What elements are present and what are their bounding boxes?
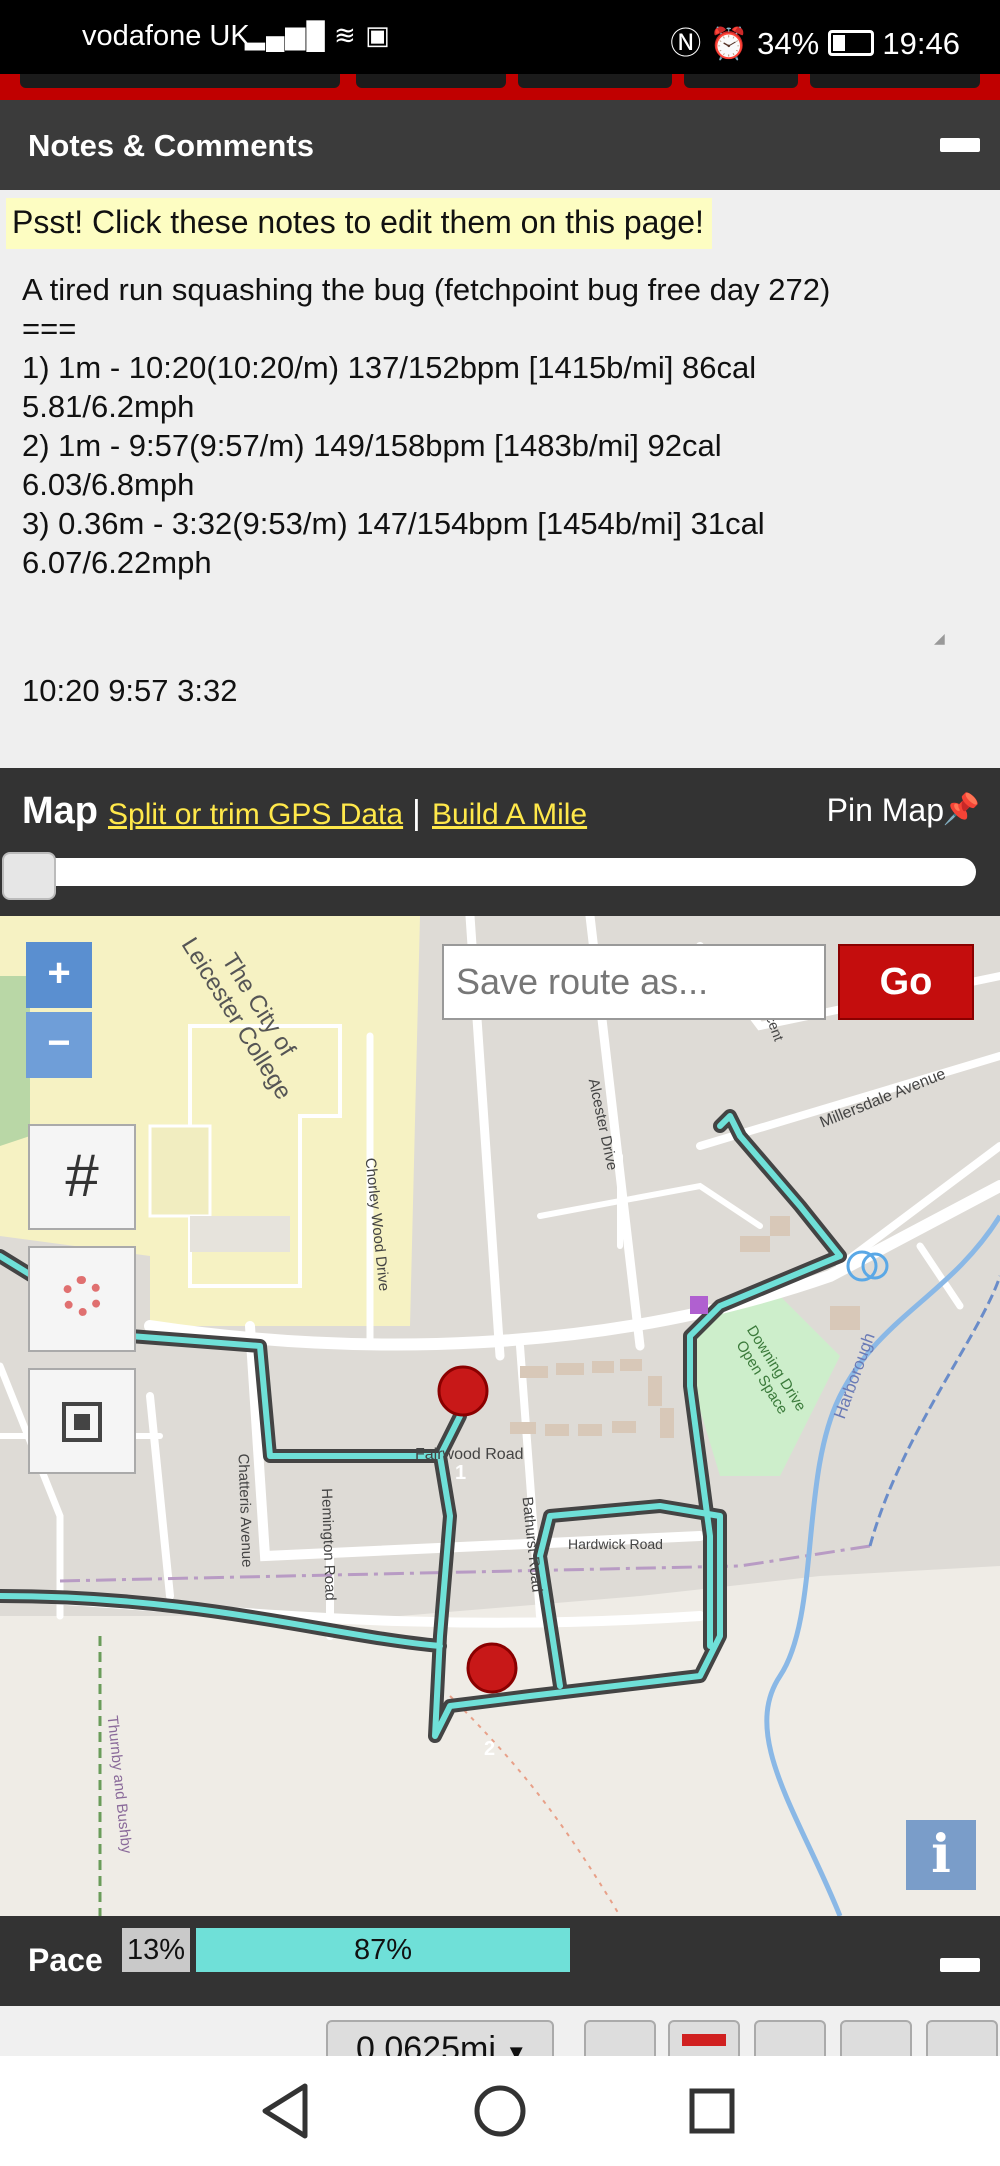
home-icon[interactable] (474, 2085, 526, 2137)
pin-map-button[interactable]: Pin Map (827, 792, 944, 829)
back-icon[interactable] (262, 2083, 308, 2139)
recents-icon[interactable] (689, 2088, 735, 2134)
flag-button[interactable] (668, 2020, 740, 2056)
pace-label: Pace (28, 1942, 103, 1978)
map-layer-button[interactable] (584, 2020, 656, 2056)
notes-line: 2) 1m - 9:57(9:57/m) 149/158bpm [1483b/m… (22, 428, 722, 463)
zoom-out-chart-button[interactable] (754, 2020, 826, 2056)
build-a-mile-link[interactable]: Build A Mile (432, 798, 587, 832)
edit-hint: Psst! Click these notes to edit them on … (6, 198, 712, 249)
map-title: Map (22, 790, 98, 832)
notes-line: A tired run squashing the bug (fetchpoin… (22, 272, 831, 307)
stats-strip (0, 74, 1000, 100)
fullscreen-button[interactable] (28, 1368, 136, 1474)
map-label-hardwick: Hardwick Road (568, 1536, 663, 1552)
slider-handle[interactable] (2, 852, 56, 900)
collapse-pace-button[interactable] (940, 1958, 980, 1972)
battery-icon (827, 30, 874, 56)
college-building (190, 1216, 290, 1252)
college-building (148, 1124, 212, 1218)
alarm-icon: ⏰ (709, 26, 749, 61)
lifebuoy-icon (62, 1276, 102, 1316)
split-trim-link[interactable]: Split or trim GPS Data (108, 798, 403, 832)
route-map[interactable]: The City of Leicester College Fairwood R… (0, 916, 1000, 1916)
pace-fast-segment: 87% (196, 1928, 570, 1972)
split-times: 10:20 9:57 3:32 (22, 673, 238, 708)
signal-wifi-icon: ▂▄▆█ ≋ ▣ (245, 20, 391, 50)
notes-line: 6.03/6.8mph (22, 467, 195, 502)
zoom-in-chart-button[interactable] (840, 2020, 912, 2056)
grid-icon: # (65, 1142, 99, 1209)
stat-box (810, 74, 980, 88)
district-boundary (868, 1275, 1000, 1547)
clock: 19:46 (882, 26, 960, 61)
resize-grip-icon[interactable]: ◢ (934, 630, 945, 647)
stat-box (684, 74, 798, 88)
pace-bar: Pace 13% 87% (0, 1916, 1000, 2006)
notes-title: Notes & Comments (28, 128, 314, 163)
clock-button[interactable] (926, 2020, 998, 2056)
mile-marker-2-label: 2 (484, 1738, 496, 1760)
parking-icon (690, 1296, 708, 1314)
info-button[interactable]: i (906, 1820, 976, 1890)
notes-line: 1) 1m - 10:20(10:20/m) 137/152bpm [1415b… (22, 350, 757, 385)
mile-marker-1[interactable] (437, 1365, 489, 1417)
link-separator: | (412, 794, 421, 832)
carrier-label: vodafone UK (82, 20, 250, 52)
chart-controls: 0.0625mi ▼ (0, 2006, 1000, 2056)
notes-line: === (22, 311, 77, 346)
zoom-in-button[interactable]: + (26, 942, 92, 1008)
fullscreen-icon (62, 1402, 102, 1442)
nfc-icon: Ⓝ (670, 26, 702, 61)
map-header: Map Split or trim GPS Data | Build A Mil… (0, 768, 1000, 916)
lifebuoy-button[interactable] (28, 1246, 136, 1352)
stat-box (518, 74, 672, 88)
battery-percent: 34% (757, 26, 820, 61)
notes-text[interactable]: A tired run squashing the bug (fetchpoin… (22, 270, 830, 582)
status-right: Ⓝ ⏰ 34% 19:46 (670, 18, 960, 63)
chevron-down-icon: ▼ (505, 2040, 528, 2056)
notes-header[interactable]: Notes & Comments (0, 100, 1000, 190)
stat-box (20, 74, 340, 88)
notes-line: 6.07/6.22mph (22, 545, 212, 580)
pace-slow-segment: 13% (122, 1928, 190, 1972)
notes-line: 5.81/6.2mph (22, 389, 195, 424)
gps-trim-slider[interactable] (4, 858, 976, 886)
collapse-notes-button[interactable] (940, 138, 980, 152)
go-button[interactable]: Go (838, 944, 974, 1020)
flag-icon (682, 2034, 726, 2046)
zoom-out-button[interactable]: − (26, 1012, 92, 1078)
system-nav-bar (0, 2056, 1000, 2166)
distance-select[interactable]: 0.0625mi ▼ (326, 2020, 554, 2056)
status-bar: vodafone UK ▂▄▆█ ≋ ▣ Ⓝ ⏰ 34% 19:46 (0, 0, 1000, 74)
mile-marker-2[interactable] (466, 1642, 518, 1694)
notes-panel[interactable]: Psst! Click these notes to edit them on … (0, 190, 1000, 768)
stat-box (356, 74, 506, 88)
notes-line: 3) 0.36m - 3:32(9:53/m) 147/154bpm [1454… (22, 506, 765, 541)
nav-buttons (262, 2083, 735, 2139)
distance-value: 0.0625mi (356, 2030, 496, 2056)
save-route-input[interactable] (442, 944, 826, 1020)
pushpin-icon[interactable]: 📌 (943, 792, 980, 827)
grid-toggle-button[interactable]: # (28, 1124, 136, 1230)
mile-marker-1-label: 1 (455, 1462, 467, 1484)
map-label-fairwood: Fairwood Road (415, 1446, 524, 1463)
